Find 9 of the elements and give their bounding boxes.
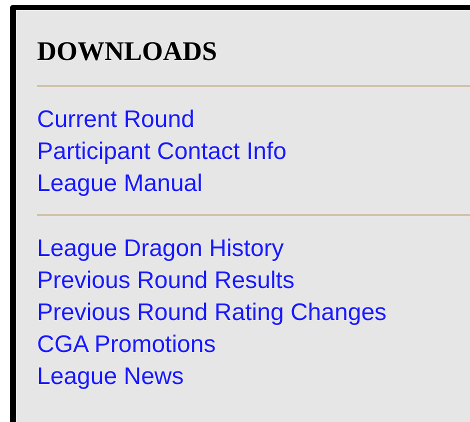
download-link[interactable]: Previous Round Rating Changes <box>37 297 387 329</box>
download-link[interactable]: Current Round <box>37 104 194 136</box>
section-title: DOWNLOADS <box>37 35 218 68</box>
download-link[interactable]: Participant Contact Info <box>37 136 286 168</box>
download-link[interactable]: League Manual <box>37 168 202 200</box>
download-link[interactable]: League Dragon History <box>37 233 284 265</box>
download-link[interactable]: CGA Promotions <box>37 329 216 361</box>
download-link[interactable]: League News <box>37 361 184 393</box>
download-link[interactable]: Previous Round Results <box>37 265 294 297</box>
